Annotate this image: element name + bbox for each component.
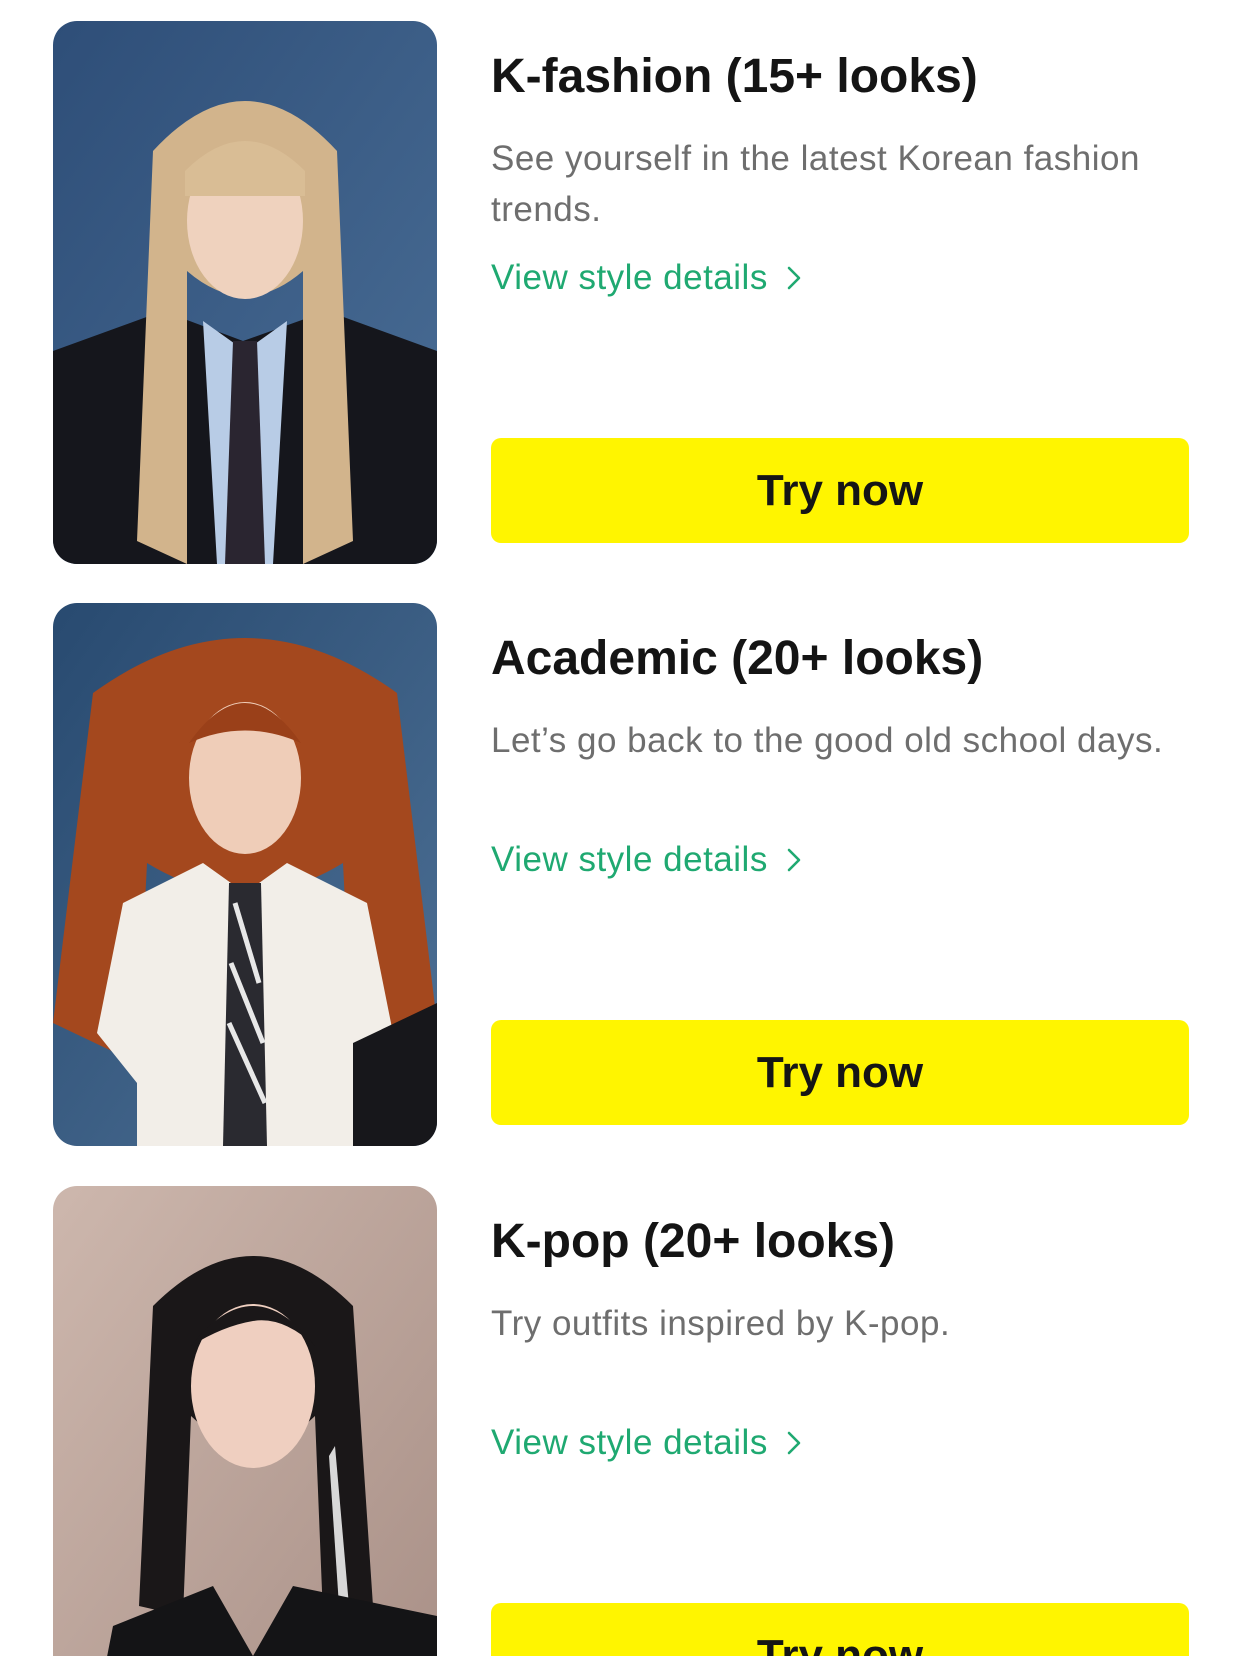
chevron-right-icon (787, 1431, 801, 1455)
style-title: K-fashion (15+ looks) (491, 50, 978, 103)
chevron-right-icon (787, 848, 801, 872)
view-style-details-label: View style details (491, 258, 768, 297)
style-list: K-fashion (15+ looks) See yourself in th… (0, 0, 1242, 1656)
style-thumbnail[interactable] (53, 21, 437, 564)
style-card-academic: Academic (20+ looks) Let’s go back to th… (53, 603, 1189, 1146)
portrait-image (53, 1186, 437, 1656)
try-now-button[interactable]: Try now (491, 1603, 1189, 1656)
view-style-details-link[interactable]: View style details (491, 1423, 802, 1463)
style-title: K-pop (20+ looks) (491, 1215, 896, 1268)
style-card-k-pop: K-pop (20+ looks) Try outfits inspired b… (53, 1186, 1189, 1656)
portrait-image (53, 21, 437, 564)
chevron-right-icon (787, 266, 801, 290)
view-style-details-label: View style details (491, 840, 768, 879)
style-thumbnail[interactable] (53, 1186, 437, 1656)
style-title: Academic (20+ looks) (491, 632, 984, 685)
style-description: Let’s go back to the good old school day… (491, 721, 1164, 760)
style-description: See yourself in the latest Korean fashio… (491, 139, 1140, 229)
view-style-details-label: View style details (491, 1423, 768, 1462)
style-description: Try outfits inspired by K-pop. (491, 1304, 951, 1343)
style-thumbnail[interactable] (53, 603, 437, 1146)
style-card-k-fashion: K-fashion (15+ looks) See yourself in th… (53, 21, 1189, 564)
view-style-details-link[interactable]: View style details (491, 840, 802, 880)
try-now-button[interactable]: Try now (491, 438, 1189, 543)
try-now-button[interactable]: Try now (491, 1020, 1189, 1125)
view-style-details-link[interactable]: View style details (491, 258, 802, 298)
portrait-image (53, 603, 437, 1146)
